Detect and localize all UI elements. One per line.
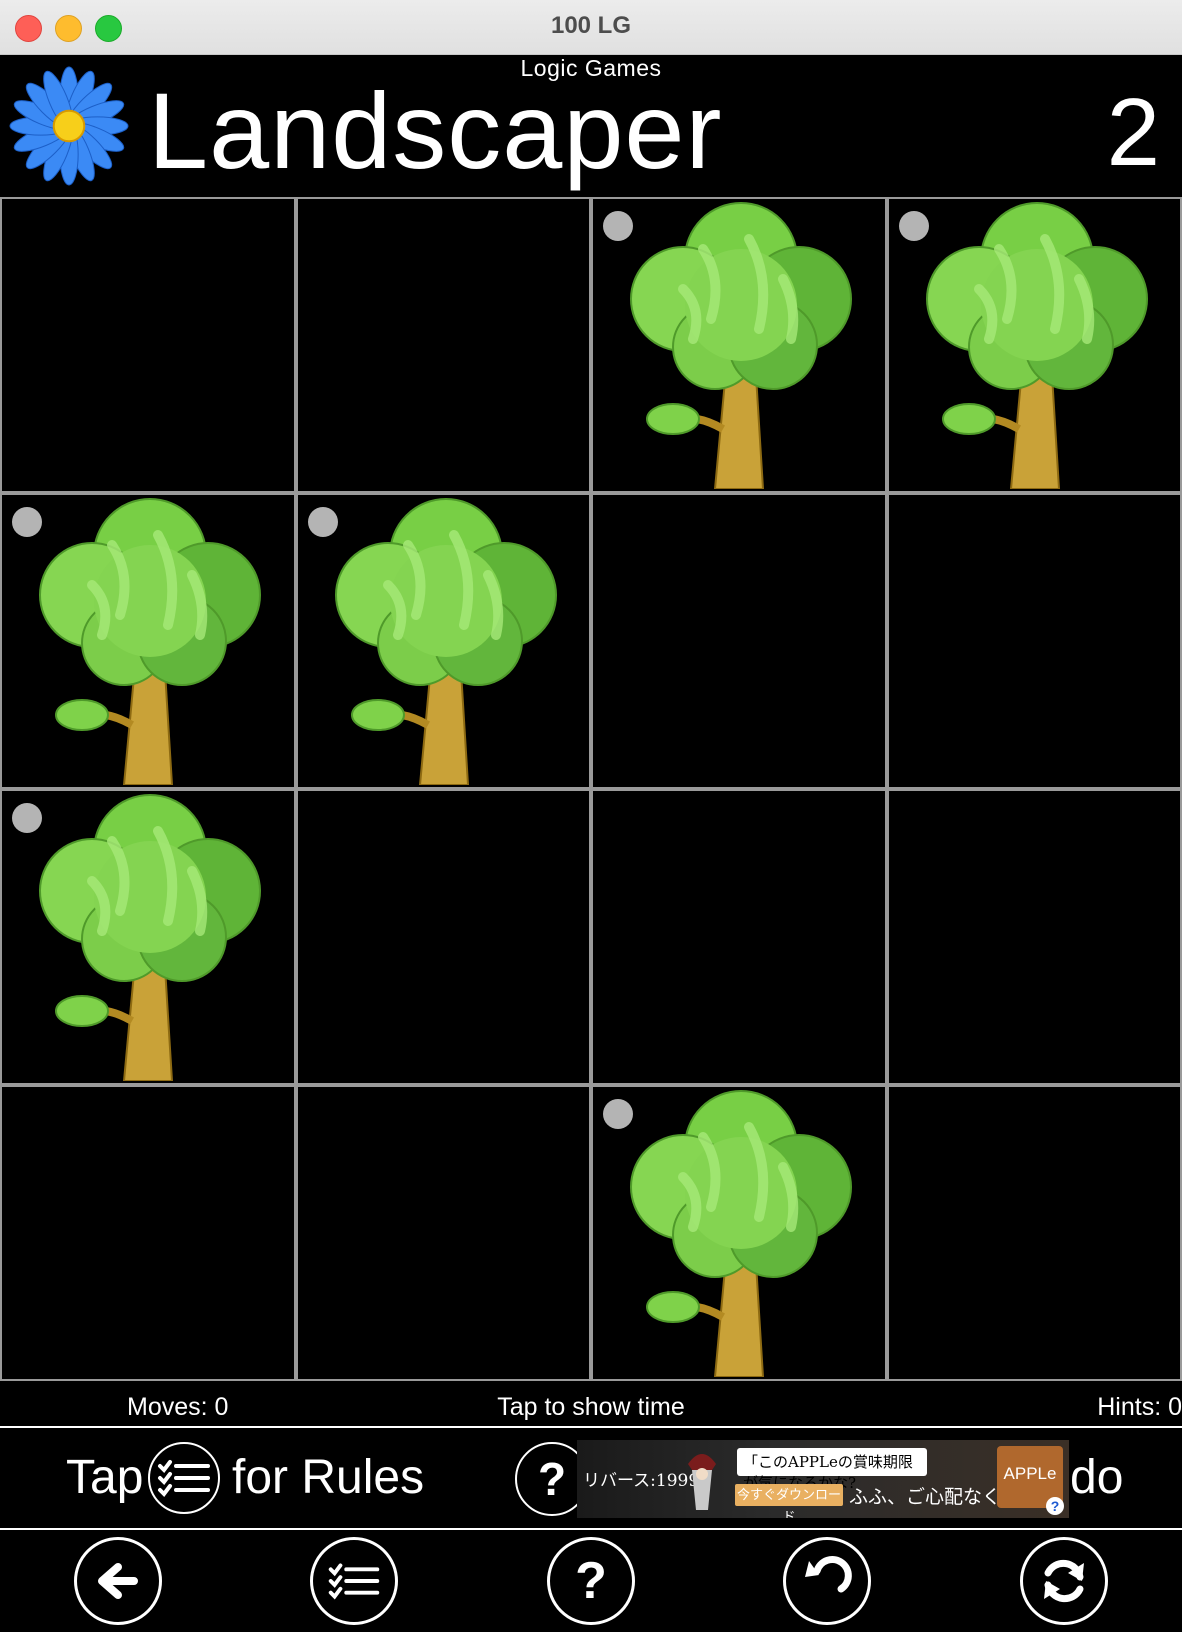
undo-hint-text: do — [1070, 1451, 1124, 1504]
board-cell-2-3[interactable] — [888, 791, 1180, 1083]
board-cell-3-0[interactable] — [2, 1087, 294, 1379]
board-cell-2-1[interactable] — [297, 791, 589, 1083]
tree-icon — [39, 498, 261, 785]
board-cell-2-0[interactable] — [2, 791, 294, 1083]
timer-toggle[interactable]: Tap to show time — [0, 1393, 1182, 1422]
tree-icon — [39, 794, 261, 1081]
tree-icon — [630, 1090, 852, 1377]
level-number: 2 — [1106, 79, 1160, 186]
ad-banner[interactable]: リバース:1999 「このAPPLeの賞味期限が気になるかな? 今すぐダウンロー… — [577, 1440, 1069, 1518]
tree-icon — [925, 202, 1148, 489]
rules-button[interactable] — [310, 1537, 398, 1625]
checklist-icon — [148, 1442, 220, 1514]
checklist-icon — [328, 1563, 380, 1600]
svg-text:?: ? — [538, 1453, 566, 1505]
board-cell-0-2[interactable] — [593, 199, 885, 491]
back-button[interactable] — [74, 1537, 162, 1625]
bottom-toolbar: ? — [0, 1530, 1182, 1632]
rules-hint-tap-text: Tap — [66, 1451, 144, 1504]
ad-headline: 「このAPPLeの賞味期限が気になるかな? — [737, 1448, 927, 1492]
board-cell-3-3[interactable] — [888, 1087, 1180, 1379]
hints-counter: Hints: 0 — [1097, 1393, 1182, 1421]
board-cell-2-2[interactable] — [593, 791, 885, 1083]
board-cell-0-0[interactable] — [2, 199, 294, 491]
restart-button[interactable] — [1020, 1537, 1108, 1625]
board-cell-1-3[interactable] — [888, 495, 1180, 787]
board-cell-0-1[interactable] — [297, 199, 589, 491]
ad-tagline: ふふ、ご心配なく」 — [849, 1486, 1021, 1508]
game-title: Landscaper — [148, 70, 723, 191]
window-title: 100 LG — [550, 12, 632, 39]
status-bar: Moves: 0 Tap to show time Hints: 0 — [0, 1381, 1182, 1428]
help-button[interactable]: ? — [547, 1537, 635, 1625]
question-icon: ? — [575, 1552, 607, 1610]
board-cell-1-0[interactable] — [2, 495, 294, 787]
ad-character-image — [688, 1454, 716, 1510]
tree-icon — [334, 498, 557, 785]
undo-button[interactable] — [783, 1537, 871, 1625]
ad-download-button[interactable]: 今すぐダウンロード — [735, 1484, 843, 1518]
game-header: Logic Games Landscaper 2 — [0, 55, 1182, 197]
board-cell-1-1[interactable] — [297, 495, 589, 787]
board-cell-0-3[interactable] — [888, 199, 1180, 491]
undo-icon — [805, 1556, 852, 1593]
refresh-icon — [1044, 1559, 1084, 1603]
tree-icon — [630, 202, 852, 489]
board-cell-3-1[interactable] — [297, 1087, 589, 1379]
svg-text:?: ? — [575, 1552, 607, 1610]
flower-logo-icon — [9, 66, 129, 186]
arrow-left-icon — [98, 1563, 138, 1599]
board-cell-1-2[interactable] — [593, 495, 885, 787]
rules-hint-text: for Rules — [232, 1451, 425, 1504]
ad-info-icon[interactable]: ? — [1046, 1497, 1064, 1515]
board-cell-3-2[interactable] — [593, 1087, 885, 1379]
game-board — [0, 197, 1182, 1381]
window-titlebar: 100 LG — [0, 0, 1182, 55]
